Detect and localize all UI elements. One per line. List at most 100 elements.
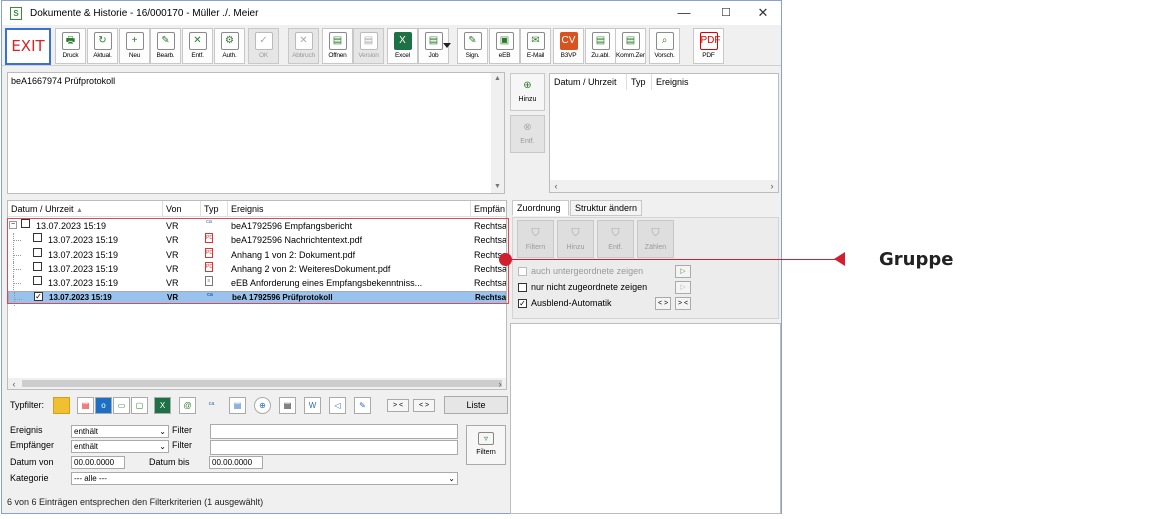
- filter-web-icon[interactable]: ⊕: [254, 397, 271, 414]
- play-gray-icon[interactable]: ▷: [675, 281, 691, 294]
- toolbar-button-neu[interactable]: + Neu: [119, 28, 150, 64]
- datum-bis-input[interactable]: 00.00.0000: [209, 456, 263, 469]
- toolbar-button-komm-zen-[interactable]: ▤ Komm.Zen.: [615, 28, 646, 64]
- row-checkbox[interactable]: [21, 219, 30, 228]
- remove-event-button[interactable]: ⊗ Entf.: [510, 115, 545, 153]
- filter-bea-icon[interactable]: ᶜᵃ: [203, 397, 220, 414]
- assign-remove-button[interactable]: ⛉ Entf.: [597, 220, 634, 258]
- tab-zuordnung[interactable]: Zuordnung: [512, 200, 569, 216]
- maximize-button[interactable]: ☐: [707, 1, 745, 25]
- filter-document-icon[interactable]: ▤: [229, 397, 246, 414]
- kategorie-select[interactable]: --- alle --- ⌄: [71, 472, 458, 485]
- tab-struktur-aendern[interactable]: Struktur ändern: [570, 200, 642, 216]
- filter-outlook-icon[interactable]: o: [95, 397, 112, 414]
- toolbar-button-aktual-[interactable]: ↻ Aktual.: [87, 28, 118, 64]
- assign-count-button[interactable]: ⛉ Zählen: [637, 220, 674, 258]
- note-textarea[interactable]: beA1667974 Prüfprotokoll ▲ ▼: [7, 72, 505, 194]
- row-checkbox[interactable]: [33, 276, 42, 286]
- grid-scroll-thumb[interactable]: [22, 380, 502, 387]
- grid-horizontal-scrollbar[interactable]: ‹ ›: [8, 378, 506, 389]
- table-row[interactable]: ✓ 13.07.2023 15:19 VR ᶜᵃ beA 1792596 Prüfpro…: [8, 290, 506, 306]
- toolbar-button-auth-[interactable]: ⚙ Auth.: [214, 28, 245, 64]
- toolbar-button-zu-abl-[interactable]: ▤ Zu.abl.: [585, 28, 616, 64]
- row-checkbox[interactable]: ✓: [34, 291, 43, 301]
- job-dropdown-icon[interactable]: [443, 43, 451, 48]
- play-green-icon[interactable]: ▷: [675, 265, 691, 278]
- toolbar-button-b3vp[interactable]: CV B3VP: [553, 28, 584, 64]
- expand-all-button[interactable]: < >: [655, 297, 671, 310]
- scroll-right-icon[interactable]: ›: [766, 180, 778, 192]
- row-checkbox[interactable]: [33, 233, 42, 243]
- events-col-type[interactable]: Typ: [627, 74, 652, 90]
- scroll-up-icon[interactable]: ▲: [491, 73, 504, 85]
- list-button[interactable]: Liste: [444, 396, 508, 414]
- grid-scroll-right-icon[interactable]: ›: [494, 378, 506, 389]
- toolbar-button-entf-[interactable]: ✕ Entf.: [182, 28, 213, 64]
- toolbar-button-ok[interactable]: ✓ OK: [248, 28, 279, 64]
- row-checkbox[interactable]: [33, 261, 42, 271]
- grid-scroll-left-icon[interactable]: ‹: [8, 378, 20, 389]
- row-checkbox[interactable]: [33, 247, 42, 257]
- grid-col-von[interactable]: Von: [163, 201, 201, 217]
- ereignis-operator-select[interactable]: enthält ⌄: [71, 425, 169, 438]
- collapse-all-button[interactable]: > <: [675, 297, 691, 310]
- grid-col-ereignis[interactable]: Ereignis: [228, 201, 471, 217]
- filter-text-icon[interactable]: ▤: [279, 397, 296, 414]
- sub-items-checkbox[interactable]: [518, 267, 527, 276]
- empfaenger-operator-select[interactable]: enthält ⌄: [71, 440, 169, 453]
- assign-add-button[interactable]: ⛉ Hinzu: [557, 220, 594, 258]
- table-row[interactable]: 13.07.2023 15:19 VR PDF beA1792596 Nachrich…: [8, 233, 506, 248]
- toolbar-button-pdf[interactable]: PDF PDF: [693, 28, 724, 64]
- grid-col-empfaenger[interactable]: Empfän: [471, 201, 506, 217]
- scroll-left-icon[interactable]: ‹: [550, 180, 562, 192]
- table-row[interactable]: 13.07.2023 15:19 VR PDF Anhang 2 von 2: Wei…: [8, 261, 506, 276]
- toolbar-icon-0: 🖶: [61, 32, 80, 50]
- events-table[interactable]: Datum / Uhrzeit Typ Ereignis ‹ ›: [549, 73, 779, 193]
- filter-note-icon[interactable]: ▢: [131, 397, 148, 414]
- toolbar-button-öffnen[interactable]: ▤ Öffnen: [322, 28, 353, 64]
- toolbar-button-sign-[interactable]: ✎ Sign.: [457, 28, 488, 64]
- filter-excel-icon[interactable]: X: [154, 397, 171, 414]
- toolbar-button-eeb[interactable]: ▣ eEB: [489, 28, 520, 64]
- minimize-button[interactable]: —: [665, 1, 703, 25]
- auto-hide-checkbox[interactable]: ✓: [518, 299, 527, 308]
- add-event-button[interactable]: ⊕ Hinzu: [510, 73, 545, 111]
- close-button[interactable]: ✕: [744, 1, 782, 25]
- grid-col-typ[interactable]: Typ: [201, 201, 228, 217]
- unassigned-checkbox[interactable]: [518, 283, 527, 292]
- type-filter-expand-button[interactable]: < >: [413, 399, 435, 412]
- filter-email-icon[interactable]: @: [179, 397, 196, 414]
- datum-von-input[interactable]: 00.00.0000: [71, 456, 125, 469]
- filter-tag-icon[interactable]: ◁: [329, 397, 346, 414]
- empfaenger-filter-input[interactable]: [210, 440, 458, 455]
- toolbar-button-version[interactable]: ▤ Version: [353, 28, 384, 64]
- toolbar-button-druck[interactable]: 🖶 Druck: [55, 28, 86, 64]
- scroll-down-icon[interactable]: ▼: [491, 181, 504, 193]
- filter-folder-icon[interactable]: [53, 397, 70, 414]
- toolbar-button-abbruch[interactable]: ✕ Abbruch: [288, 28, 319, 64]
- ereignis-filter-input[interactable]: [210, 424, 458, 439]
- table-row[interactable]: 13.07.2023 15:19 VR PDF Anhang 1 von 2: Dok…: [8, 247, 506, 262]
- filter-sign-icon[interactable]: ✎: [354, 397, 371, 414]
- filter-pdf-icon[interactable]: ▤: [77, 397, 94, 414]
- events-col-date[interactable]: Datum / Uhrzeit: [550, 74, 627, 90]
- toolbar-button-vorsch-[interactable]: ⌕ Vorsch.: [649, 28, 680, 64]
- type-filter-collapse-button[interactable]: > <: [387, 399, 409, 412]
- toolbar-button-excel[interactable]: X Excel: [387, 28, 418, 64]
- tree-collapse-icon[interactable]: −: [9, 221, 17, 229]
- table-row[interactable]: 13.07.2023 15:19 VR ≡ eEB Anforderung eines…: [8, 276, 506, 291]
- note-vertical-scrollbar[interactable]: ▲ ▼: [491, 73, 504, 193]
- filter-button[interactable]: ▿ Filtern: [466, 425, 506, 465]
- toolbar-button-bearb-[interactable]: ✎ Bearb.: [150, 28, 181, 64]
- table-row[interactable]: − 13.07.2023 15:19 VR ᶜᵃ beA1792596 Empfangs…: [8, 219, 506, 233]
- exit-button[interactable]: EXIT: [5, 28, 51, 65]
- toolbar-button-e-mail[interactable]: ✉ E-Mail: [520, 28, 551, 64]
- assignment-list[interactable]: [510, 323, 781, 514]
- grid-col-date[interactable]: Datum / Uhrzeit ▲: [8, 201, 163, 217]
- filter-archive-icon[interactable]: ▭: [113, 397, 130, 414]
- filter-word-icon[interactable]: W: [304, 397, 321, 414]
- document-grid[interactable]: Datum / Uhrzeit ▲ Von Typ Ereignis Empfä…: [7, 200, 507, 390]
- assign-filter-button[interactable]: ⛉ Filtern: [517, 220, 554, 258]
- events-col-event[interactable]: Ereignis: [652, 74, 712, 90]
- events-horizontal-scrollbar[interactable]: ‹ ›: [550, 180, 778, 192]
